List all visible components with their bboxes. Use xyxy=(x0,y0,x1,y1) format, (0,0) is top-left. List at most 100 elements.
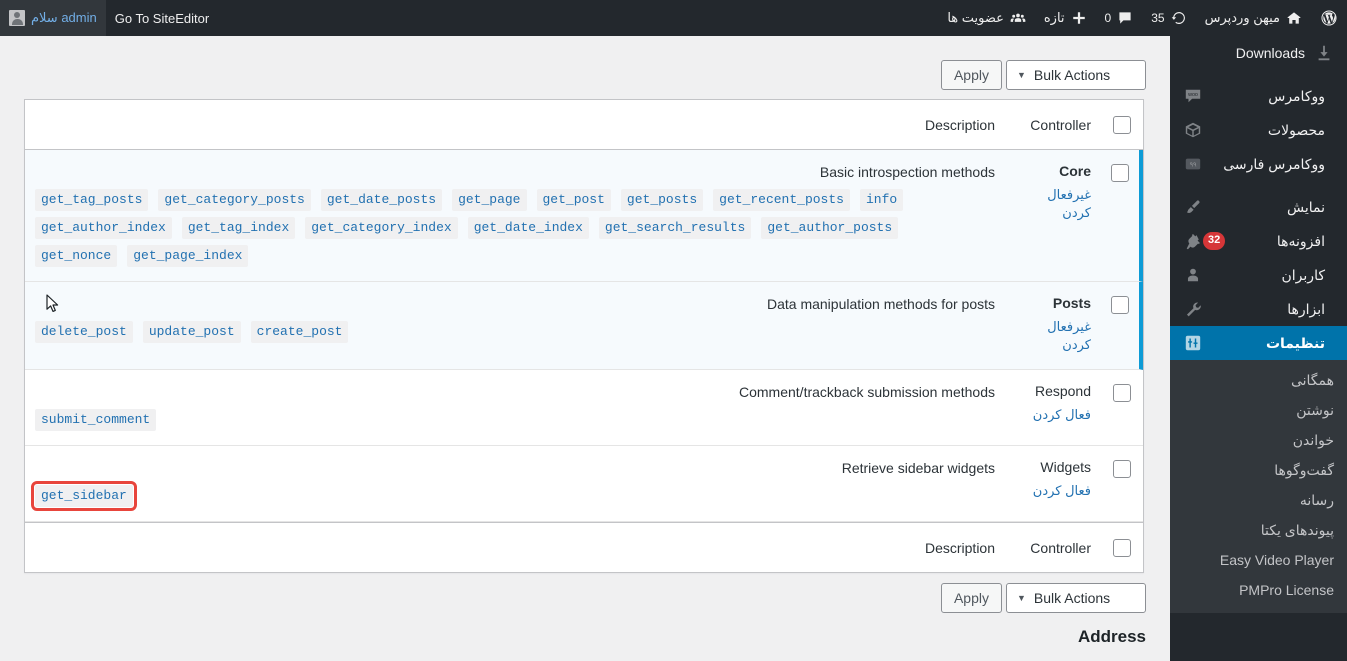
row-checkbox[interactable] xyxy=(1111,296,1129,314)
row-checkbox[interactable] xyxy=(1113,384,1131,403)
submenu-item-easy-video-player[interactable]: Easy Video Player xyxy=(1170,545,1347,575)
row-description: Basic introspection methods xyxy=(819,164,995,180)
comment-icon xyxy=(1117,10,1133,26)
row-checkbox-cell xyxy=(1101,150,1143,282)
row-action-toggle[interactable]: فعال کردن xyxy=(1015,482,1091,501)
sidebar-item-tools-label: ابزارها xyxy=(1287,300,1325,317)
admin-bar-site-editor-label: Go To SiteEditor xyxy=(114,10,210,26)
admin-bar-greeting: سلام admin xyxy=(31,10,97,25)
row-controller-cell: Widgets فعال کردن xyxy=(1005,446,1101,523)
submenu-item-general[interactable]: همگانی xyxy=(1170,365,1347,395)
submenu-item-permalinks[interactable]: پیوندهای یکتا xyxy=(1170,515,1347,545)
sidebar-item-woocommerce-farsi[interactable]: ۹۹ ووکامرس فارسی xyxy=(1170,147,1347,181)
method-tag[interactable]: get_category_index xyxy=(305,217,458,239)
table-row: Retrieve sidebar widgets get_sidebar Wid… xyxy=(25,446,1143,523)
method-tag[interactable]: get_posts xyxy=(620,189,704,211)
admin-bar-site-editor[interactable]: Go To SiteEditor xyxy=(106,0,218,36)
method-tag[interactable]: get_nonce xyxy=(35,245,118,267)
apply-button-top[interactable]: Apply xyxy=(940,60,1002,90)
table-row: Comment/trackback submission methods sub… xyxy=(25,370,1143,447)
main-content: Apply Bulk Actions ▼ Description Control… xyxy=(0,36,1170,661)
method-tag[interactable]: info xyxy=(859,189,904,211)
submenu-item-reading[interactable]: خواندن xyxy=(1170,425,1347,455)
sidebar-item-products-label: محصولات xyxy=(1267,121,1325,138)
method-tag[interactable]: get_search_results xyxy=(598,217,752,239)
admin-bar-memberships-label: عضویت ها xyxy=(947,10,1004,25)
row-checkbox[interactable] xyxy=(1111,164,1129,182)
admin-bar-memberships[interactable]: عضویت ها xyxy=(938,0,1035,36)
method-tag[interactable]: get_author_index xyxy=(35,217,172,239)
method-tag[interactable]: get_page_index xyxy=(127,245,249,267)
method-tag[interactable]: submit_comment xyxy=(35,409,157,432)
plug-icon xyxy=(1183,231,1203,251)
admin-bar-my-account[interactable]: سلام admin xyxy=(0,0,106,36)
home-icon xyxy=(1286,10,1302,26)
method-tag[interactable]: get_recent_posts xyxy=(713,189,850,211)
row-checkbox[interactable] xyxy=(1113,460,1131,479)
users-icon xyxy=(1010,10,1026,26)
method-tag-get-sidebar[interactable]: get_sidebar xyxy=(31,481,137,512)
sidebar-item-tools[interactable]: ابزارها xyxy=(1170,292,1347,326)
submenu-item-writing[interactable]: نوشتن xyxy=(1170,395,1347,425)
row-controller-cell: Core غیرفعال کردن xyxy=(1005,150,1101,282)
method-tag[interactable]: get_author_posts xyxy=(761,217,899,239)
apply-button-bottom[interactable]: Apply xyxy=(940,583,1002,614)
submenu-item-media[interactable]: رسانه xyxy=(1170,485,1347,515)
table-foot: Description Controller xyxy=(25,522,1143,573)
method-tag[interactable]: get_category_posts xyxy=(158,189,311,211)
bulk-actions-select-top[interactable]: Bulk Actions ▼ xyxy=(1006,60,1146,90)
row-description: Retrieve sidebar widgets xyxy=(841,460,995,477)
admin-bar-left: سلام admin Go To SiteEditor xyxy=(0,0,218,36)
bulk-actions-select-bottom[interactable]: Bulk Actions ▼ xyxy=(1006,583,1146,614)
row-action-toggle[interactable]: غیرفعال کردن xyxy=(1015,318,1091,356)
method-tag[interactable]: get_tag_posts xyxy=(35,189,149,211)
method-tag[interactable]: update_post xyxy=(142,321,241,343)
method-tag[interactable]: get_post xyxy=(536,189,611,211)
method-tag[interactable]: get_tag_index xyxy=(181,217,296,239)
sidebar-item-products[interactable]: محصولات xyxy=(1170,113,1347,147)
sidebar-item-appearance[interactable]: نمایش xyxy=(1170,190,1347,224)
admin-bar-wp-logo[interactable] xyxy=(1311,0,1347,36)
sidebar-item-woocommerce[interactable]: woo ووکامرس xyxy=(1170,79,1347,113)
row-checkbox-cell xyxy=(1101,446,1143,523)
submenu-item-discussion[interactable]: گفت‌وگوها xyxy=(1170,455,1347,485)
row-description-cell: Retrieve sidebar widgets get_sidebar xyxy=(25,446,1005,523)
sidebar-item-plugins-label: افزونه‌ها xyxy=(1276,232,1325,249)
row-action-toggle[interactable]: فعال کردن xyxy=(1015,406,1091,425)
row-description-cell: Basic introspection methods info get_rec… xyxy=(25,150,1005,282)
box-icon xyxy=(1183,120,1203,140)
admin-bar-comments[interactable]: 0 xyxy=(1096,0,1143,36)
row-action-toggle[interactable]: غیرفعال کردن xyxy=(1015,186,1091,224)
admin-bar-updates[interactable]: 35 xyxy=(1142,0,1195,36)
row-methods: submit_comment xyxy=(35,409,995,432)
admin-bar-site-name[interactable]: میهن وردپرس xyxy=(1196,0,1311,36)
wordpress-icon xyxy=(1321,10,1337,26)
chevron-down-icon: ▼ xyxy=(1017,70,1026,80)
admin-bar: سلام admin Go To SiteEditor میهن وردپرس xyxy=(0,0,1347,36)
persian-icon: ۹۹ xyxy=(1183,154,1203,174)
header-controller: Controller xyxy=(1005,100,1101,150)
sidebar-item-users[interactable]: کاربران xyxy=(1170,258,1347,292)
select-all-checkbox-top[interactable] xyxy=(1113,115,1131,134)
sidebar-item-plugins[interactable]: 32 افزونه‌ها xyxy=(1170,224,1347,258)
admin-bar-new-content[interactable]: تازه xyxy=(1035,0,1096,36)
select-all-checkbox-bottom[interactable] xyxy=(1113,538,1131,557)
row-methods: get_sidebar xyxy=(31,481,995,512)
sidebar-item-woocommerce-farsi-label: ووکامرس فارسی xyxy=(1223,155,1325,172)
method-tag[interactable]: create_post xyxy=(250,321,349,343)
table-footer-row: Description Controller xyxy=(25,522,1143,573)
sidebar-item-downloads[interactable]: Downloads xyxy=(1170,36,1347,70)
submenu-item-pmpro-license[interactable]: PMPro License xyxy=(1170,575,1347,605)
wrench-icon xyxy=(1183,299,1203,319)
plus-icon xyxy=(1071,10,1087,26)
method-tag[interactable]: delete_post xyxy=(35,321,133,343)
method-tag[interactable]: get_date_index xyxy=(467,217,589,239)
method-tag[interactable]: get_page xyxy=(452,189,527,211)
sidebar-item-woocommerce-label: ووکامرس xyxy=(1268,87,1325,104)
controller-name: Core xyxy=(1059,163,1091,179)
chevron-down-icon: ▼ xyxy=(1017,593,1026,604)
method-tag[interactable]: get_date_posts xyxy=(320,189,443,211)
svg-text:woo: woo xyxy=(1187,92,1198,98)
header-description: Description xyxy=(25,100,1005,150)
sidebar-item-settings[interactable]: تنظیمات xyxy=(1170,326,1347,360)
